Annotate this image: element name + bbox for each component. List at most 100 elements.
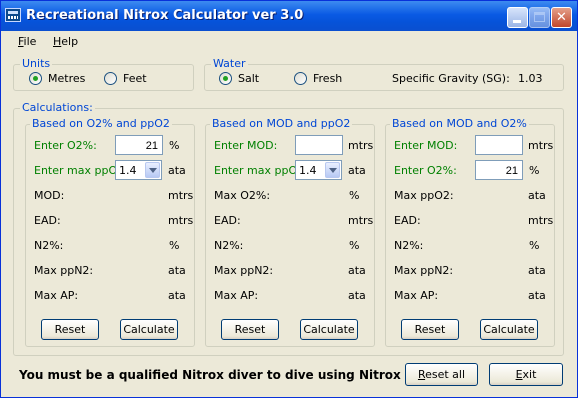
panel-mod-ppo2: Based on MOD and ppO2 Enter MOD: mtrs En… xyxy=(205,117,375,347)
water-group-title: Water xyxy=(211,57,248,70)
max-ppn2-label: Max ppN2: xyxy=(214,264,274,277)
mod-input-unit: mtrs xyxy=(348,139,374,152)
mod-input-unit: mtrs xyxy=(528,139,554,152)
units-metres-label[interactable]: Metres xyxy=(48,72,85,85)
enter-mod-label: Enter MOD: xyxy=(214,139,278,152)
chevron-down-icon[interactable] xyxy=(145,162,160,178)
maximize-button[interactable] xyxy=(529,7,550,28)
o2-unit: % xyxy=(529,164,540,177)
panel-mod-o2: Based on MOD and O2% Enter MOD: mtrs Ent… xyxy=(385,117,555,347)
chevron-down-icon[interactable] xyxy=(325,162,340,178)
mod-unit: mtrs xyxy=(168,189,194,202)
close-icon: ✕ xyxy=(556,10,567,25)
calculate-button[interactable]: Calculate xyxy=(480,319,538,340)
water-fresh-radio[interactable] xyxy=(294,72,307,85)
max-ppo2-label: Max ppO2: xyxy=(394,189,454,202)
nitrox-warning-text: You must be a qualified Nitrox diver to … xyxy=(19,368,401,382)
max-ap-label: Max AP: xyxy=(34,289,79,302)
max-ppo2-unit: ata xyxy=(528,189,546,202)
max-ap-unit: ata xyxy=(348,289,366,302)
specific-gravity-value: 1.03 xyxy=(518,72,543,85)
maximize-icon xyxy=(534,12,545,22)
exit-mnemonic: E xyxy=(515,368,523,381)
units-group-title: Units xyxy=(20,57,53,70)
close-button[interactable]: ✕ xyxy=(551,7,572,28)
max-ppn2-label: Max ppN2: xyxy=(34,264,94,277)
n2-unit: % xyxy=(349,239,360,252)
minimize-icon xyxy=(513,20,521,23)
enter-o2-label: Enter O2%: xyxy=(394,164,457,177)
mod-input[interactable] xyxy=(295,135,343,155)
enter-mod-label: Enter MOD: xyxy=(394,139,458,152)
max-ppo2-select[interactable]: 1.4 xyxy=(295,160,342,180)
enter-max-ppo2-label: Enter max ppO2: xyxy=(214,164,308,177)
minimize-button[interactable] xyxy=(507,7,528,28)
n2-unit: % xyxy=(169,239,180,252)
max-ppn2-label: Max ppN2: xyxy=(394,264,454,277)
max-ppo2-value: 1.4 xyxy=(119,164,137,177)
units-metres-radio[interactable] xyxy=(29,72,42,85)
ead-unit: mtrs xyxy=(348,214,374,227)
max-ppn2-unit: ata xyxy=(348,264,366,277)
n2-label: N2%: xyxy=(214,239,244,252)
max-o2-label: Max O2%: xyxy=(214,189,271,202)
water-salt-label[interactable]: Salt xyxy=(238,72,259,85)
max-ppn2-unit: ata xyxy=(528,264,546,277)
ead-label: EAD: xyxy=(214,214,241,227)
ppo2-unit: ata xyxy=(168,164,186,177)
menu-help[interactable]: Help xyxy=(53,35,78,48)
units-feet-radio[interactable] xyxy=(104,72,117,85)
units-group: Units Metres Feet xyxy=(13,57,194,91)
window-title: Recreational Nitrox Calculator ver 3.0 xyxy=(26,8,304,23)
menu-file[interactable]: File xyxy=(18,35,36,48)
o2-percent-input[interactable] xyxy=(115,135,163,155)
water-group: Water Salt Fresh Specific Gravity (SG): … xyxy=(204,57,564,91)
reset-all-button[interactable]: Reset all xyxy=(405,363,478,386)
max-ppn2-unit: ata xyxy=(168,264,186,277)
ead-unit: mtrs xyxy=(168,214,194,227)
max-ap-label: Max AP: xyxy=(214,289,259,302)
max-o2-unit: % xyxy=(349,189,360,202)
mod-input[interactable] xyxy=(475,135,523,155)
max-ppo2-value: 1.4 xyxy=(299,164,317,177)
reset-all-label: eset all xyxy=(425,368,466,381)
menu-file-label: ile xyxy=(23,35,37,48)
specific-gravity-label: Specific Gravity (SG): xyxy=(392,72,510,85)
o2-percent-input[interactable] xyxy=(475,160,523,180)
calculations-group: Calculations: Based on O2% and ppO2 Ente… xyxy=(13,101,564,356)
panel-title: Based on MOD and O2% xyxy=(390,117,529,130)
max-ppo2-select[interactable]: 1.4 xyxy=(115,160,162,180)
panel-title: Based on O2% and ppO2 xyxy=(30,117,172,130)
water-fresh-label[interactable]: Fresh xyxy=(313,72,342,85)
n2-label: N2%: xyxy=(394,239,424,252)
ead-label: EAD: xyxy=(34,214,61,227)
reset-button[interactable]: Reset xyxy=(41,319,99,340)
ead-unit: mtrs xyxy=(528,214,554,227)
max-ap-unit: ata xyxy=(168,289,186,302)
n2-unit: % xyxy=(529,239,540,252)
calculator-icon xyxy=(5,8,21,22)
o2-unit: % xyxy=(169,139,180,152)
max-ap-label: Max AP: xyxy=(394,289,439,302)
calculate-button[interactable]: Calculate xyxy=(120,319,178,340)
exit-label: xit xyxy=(522,368,537,381)
enter-o2-label: Enter O2%: xyxy=(34,139,97,152)
mod-label: MOD: xyxy=(34,189,65,202)
calculate-button[interactable]: Calculate xyxy=(300,319,358,340)
menu-bar: File Help xyxy=(1,32,577,52)
water-salt-radio[interactable] xyxy=(219,72,232,85)
title-bar[interactable]: Recreational Nitrox Calculator ver 3.0 ✕ xyxy=(1,1,577,31)
ead-label: EAD: xyxy=(394,214,421,227)
menu-help-label: elp xyxy=(61,35,79,48)
calculations-group-title: Calculations: xyxy=(20,101,95,114)
panel-title: Based on MOD and ppO2 xyxy=(210,117,353,130)
exit-button[interactable]: Exit xyxy=(489,363,563,386)
units-feet-label[interactable]: Feet xyxy=(123,72,147,85)
reset-button[interactable]: Reset xyxy=(401,319,459,340)
enter-max-ppo2-label: Enter max ppO2: xyxy=(34,164,128,177)
max-ap-unit: ata xyxy=(528,289,546,302)
reset-button[interactable]: Reset xyxy=(221,319,279,340)
ppo2-unit: ata xyxy=(348,164,366,177)
app-window: Recreational Nitrox Calculator ver 3.0 ✕… xyxy=(0,0,578,398)
n2-label: N2%: xyxy=(34,239,64,252)
